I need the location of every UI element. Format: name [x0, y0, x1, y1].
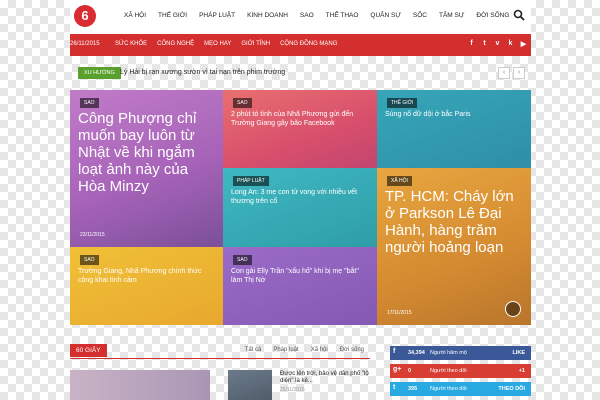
subnav-item-meo-hay[interactable]: MẸO HAY: [199, 41, 236, 47]
featured-tile[interactable]: THẾ GIỚI Súng nổ dữ dội ở bắc Paris: [377, 90, 531, 168]
section-title: 60 GIÂY: [70, 344, 107, 357]
page-container: 6 XÃ HỘI THẾ GIỚI PHÁP LUẬT KINH DOANH S…: [70, 0, 531, 400]
sub-nav: SỨC KHỎE CÔNG NGHỆ MẸO HAY GIỚI TÍNH CỘN…: [110, 41, 342, 47]
nav-item-the-thao[interactable]: THỂ THAO: [320, 12, 365, 19]
tab-all[interactable]: Tất cả: [239, 347, 268, 353]
vimeo-icon[interactable]: v: [494, 40, 501, 48]
twitter-label: Người theo dõi: [430, 386, 467, 392]
category-badge[interactable]: SAO: [80, 98, 99, 108]
category-badge[interactable]: SAO: [233, 98, 252, 108]
featured-tile[interactable]: SAO Công Phượng chỉ muốn bay luôn từ Nhậ…: [70, 90, 223, 247]
nav-item-doi-song[interactable]: ĐỜI SỐNG: [470, 12, 515, 19]
twitter-icon: t: [393, 384, 396, 391]
section-header: 60 GIÂY Tất cả Pháp luật Xã hội Đời sống: [70, 344, 370, 359]
current-date: 26/11/2015: [70, 41, 100, 47]
nav-item-soc[interactable]: SỐC: [407, 12, 433, 19]
nav-item-sao[interactable]: SAO: [294, 12, 320, 19]
nav-item-quan-su[interactable]: QUÂN SỰ: [364, 12, 406, 19]
tile-title[interactable]: 2 phút tỏ tình của Nhã Phương gửi đến Tr…: [231, 110, 369, 128]
top-navbar: 6 XÃ HỘI THẾ GIỚI PHÁP LUẬT KINH DOANH S…: [70, 0, 531, 34]
tile-date: 17/11/2015: [387, 310, 412, 316]
subnav-item-suc-khoe[interactable]: SỨC KHỎE: [110, 41, 152, 47]
trending-badge: XU HƯỚNG: [78, 67, 121, 79]
tile-date: 23/11/2015: [80, 232, 105, 238]
nav-item-tam-su[interactable]: TÂM SỰ: [433, 12, 470, 19]
tile-title[interactable]: TP. HCM: Cháy lớn ở Parkson Lê Đại Hành,…: [385, 188, 525, 256]
facebook-icon[interactable]: f: [468, 40, 475, 48]
facebook-icon: f: [393, 348, 396, 355]
twitter-icon[interactable]: t: [481, 40, 488, 48]
vk-icon[interactable]: k: [507, 40, 514, 48]
googleplus-button[interactable]: +1: [519, 368, 525, 374]
prev-arrow-icon[interactable]: ‹: [498, 67, 510, 79]
googleplus-icon: g+: [393, 366, 402, 373]
googleplus-counter[interactable]: g+ 0 Người theo dõi +1: [390, 364, 531, 378]
news-title[interactable]: Được lên trời, bảo vệ dân phố "lộ diện" …: [280, 371, 369, 384]
trending-headline[interactable]: Lý Hải bị rạn xương sườn vì tai nạn trên…: [120, 69, 285, 76]
social-links: f t v k ▶: [468, 40, 527, 48]
category-badge[interactable]: XÃ HỘI: [387, 176, 412, 186]
category-badge[interactable]: THẾ GIỚI: [387, 98, 418, 108]
search-icon[interactable]: [513, 9, 525, 21]
section-tabs: Tất cả Pháp luật Xã hội Đời sống: [239, 347, 370, 353]
tab-phap-luat[interactable]: Pháp luật: [267, 347, 304, 353]
twitter-count: 395: [408, 386, 418, 392]
category-badge[interactable]: PHÁP LUẬT: [233, 176, 269, 186]
news-thumbnail[interactable]: [70, 370, 210, 400]
youtube-icon[interactable]: ▶: [520, 40, 527, 48]
featured-tile[interactable]: SAO 2 phút tỏ tình của Nhã Phương gửi đế…: [223, 90, 377, 168]
twitter-counter[interactable]: t 395 Người theo dõi THEO DÕI: [390, 382, 531, 396]
subnav-item-gioi-tinh[interactable]: GIỚI TÍNH: [236, 41, 275, 47]
site-logo[interactable]: 6: [74, 5, 96, 27]
featured-tile[interactable]: SAO Trường Giang, Nhã Phương chính thức …: [70, 247, 223, 325]
news-thumbnail[interactable]: [228, 370, 272, 400]
facebook-like-button[interactable]: LIKE: [512, 350, 525, 356]
tile-title[interactable]: Con gái Elly Trần "xấu hổ" khi bị mẹ "bắ…: [231, 267, 369, 285]
news-date: 25/11/2015: [280, 387, 305, 393]
play-icon[interactable]: [505, 301, 521, 317]
trending-bar: XU HƯỚNG Lý Hải bị rạn xương sườn vì tai…: [70, 66, 531, 80]
twitter-follow-button[interactable]: THEO DÕI: [498, 386, 525, 392]
subnav-item-cong-dong-mang[interactable]: CỘNG ĐỒNG MẠNG: [275, 41, 342, 47]
next-arrow-icon[interactable]: ›: [513, 67, 525, 79]
facebook-count: 34,394: [408, 350, 425, 356]
category-badge[interactable]: SAO: [233, 255, 252, 265]
subnav-item-cong-nghe[interactable]: CÔNG NGHỆ: [152, 41, 199, 47]
tile-title[interactable]: Súng nổ dữ dội ở bắc Paris: [385, 110, 523, 119]
featured-tile[interactable]: SAO Con gái Elly Trần "xấu hổ" khi bị mẹ…: [223, 247, 377, 325]
tab-doi-song[interactable]: Đời sống: [334, 347, 370, 353]
facebook-label: Người hâm mộ: [430, 350, 467, 356]
nav-item-kinh-doanh[interactable]: KINH DOANH: [241, 12, 294, 19]
featured-tile[interactable]: XÃ HỘI TP. HCM: Cháy lớn ở Parkson Lê Đạ…: [377, 168, 531, 325]
category-badge[interactable]: SAO: [80, 255, 99, 265]
tab-xa-hoi[interactable]: Xã hội: [305, 347, 334, 353]
nav-item-the-gioi[interactable]: THẾ GIỚI: [152, 12, 193, 19]
googleplus-label: Người theo dõi: [430, 368, 467, 374]
tile-title[interactable]: Công Phượng chỉ muốn bay luôn từ Nhật về…: [78, 110, 218, 195]
main-nav: XÃ HỘI THẾ GIỚI PHÁP LUẬT KINH DOANH SAO…: [118, 12, 515, 19]
tile-title[interactable]: Long An: 3 mẹ con tử vong với nhiều vết …: [231, 188, 369, 206]
tile-title[interactable]: Trường Giang, Nhã Phương chính thức công…: [78, 267, 216, 285]
sub-navbar: 26/11/2015 SỨC KHỎE CÔNG NGHỆ MẸO HAY GI…: [70, 34, 531, 56]
featured-grid: SAO Công Phượng chỉ muốn bay luôn từ Nhậ…: [70, 90, 531, 325]
nav-item-phap-luat[interactable]: PHÁP LUẬT: [193, 12, 241, 19]
googleplus-count: 0: [408, 368, 412, 374]
nav-item-xa-hoi[interactable]: XÃ HỘI: [118, 12, 152, 19]
news-item[interactable]: Được lên trời, bảo vệ dân phố "lộ diện" …: [280, 371, 370, 394]
facebook-counter[interactable]: f 34,394 Người hâm mộ LIKE: [390, 346, 531, 360]
featured-tile[interactable]: PHÁP LUẬT Long An: 3 mẹ con tử vong với …: [223, 168, 377, 247]
